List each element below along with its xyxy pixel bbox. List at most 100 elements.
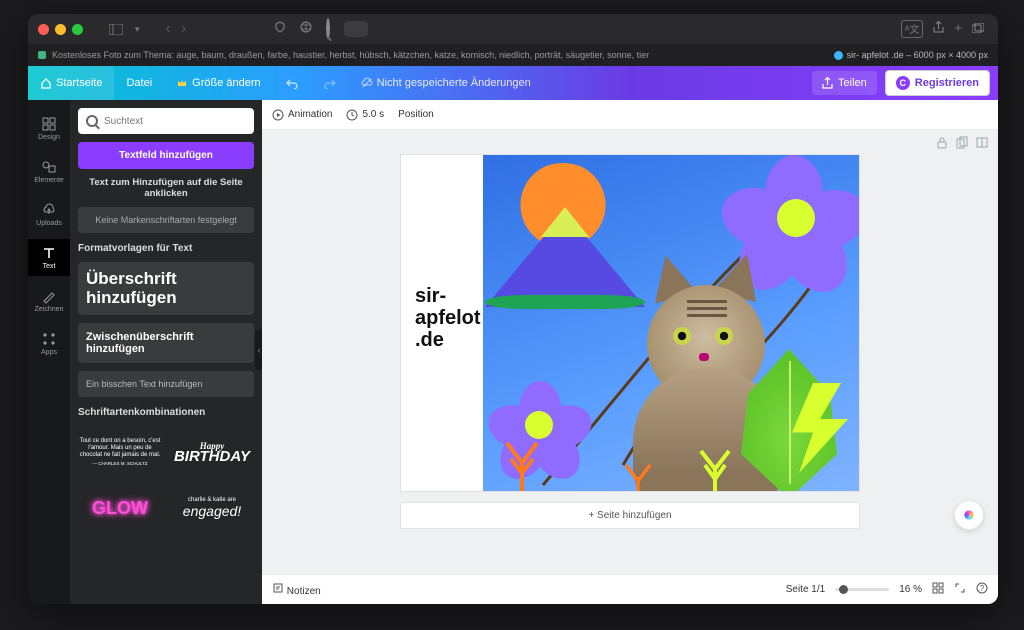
rail-label: Design <box>38 134 60 141</box>
templates-heading: Formatvorlagen für Text <box>78 243 254 254</box>
browser-tabbar: Kostenloses Foto zum Thema: auge, baum, … <box>28 44 998 66</box>
canvas-text-l3: .de <box>415 329 444 351</box>
resize-label: Größe ändern <box>192 77 260 89</box>
draw-icon <box>41 288 57 304</box>
notes-icon <box>272 582 284 594</box>
combos-heading: Schriftartenkombinationen <box>78 407 254 418</box>
register-button[interactable]: C Registrieren <box>885 70 990 96</box>
duplicate-page-icon[interactable] <box>956 136 968 152</box>
panel-collapse-handle[interactable]: ‹ <box>255 330 262 370</box>
search-input[interactable] <box>104 116 246 127</box>
zoom-slider[interactable] <box>835 588 889 591</box>
nav-arrows: ‹ › <box>166 20 187 38</box>
canvas-text-l1: sir- <box>415 285 446 307</box>
tree-graphic-1 <box>501 429 543 492</box>
grid-view-icon[interactable] <box>932 582 944 597</box>
help-icon[interactable]: ? <box>976 582 988 597</box>
rail-elements[interactable]: Elemente <box>28 153 70 190</box>
combo1-byline: — CHARLES M. SCHULTZ <box>93 461 148 466</box>
cloud-off-icon <box>361 77 373 89</box>
file-label: Datei <box>126 77 152 89</box>
avatar: C <box>896 76 910 90</box>
stage-toolbar: Animation 5.0 s Position <box>262 100 998 130</box>
click-to-add-hint: Text zum Hinzufügen auf die Seite anklic… <box>78 177 254 199</box>
fullscreen-icon[interactable] <box>954 582 966 597</box>
font-combo-1[interactable]: Tout ce dont on a besoin, c'est l'amour.… <box>78 428 162 476</box>
magic-fab[interactable] <box>954 500 984 530</box>
duration-button[interactable]: 5.0 s <box>346 109 384 121</box>
add-page-button[interactable]: + Seite hinzufügen <box>400 502 860 529</box>
font-combo-2[interactable]: Happy BIRTHDAY <box>170 428 254 476</box>
tabs-icon[interactable] <box>972 20 984 38</box>
font-combo-4[interactable]: charlie & katie are engaged! <box>170 484 254 532</box>
animation-icon <box>272 109 284 121</box>
unsaved-status: Nicht gespeicherte Änderungen <box>349 66 543 100</box>
share-button[interactable]: Teilen <box>812 71 877 95</box>
rail-text[interactable]: Text <box>28 239 70 276</box>
sparkle-icon <box>961 507 977 523</box>
minimize-window-button[interactable] <box>55 24 66 35</box>
favicon <box>38 51 46 59</box>
notes-button[interactable]: Notizen <box>272 582 321 597</box>
canvas-action-icons <box>936 136 988 152</box>
combo1-text: Tout ce dont on a besoin, c'est l'amour.… <box>78 438 162 460</box>
uploads-icon <box>41 202 57 218</box>
expand-icon[interactable] <box>976 136 988 152</box>
design-canvas[interactable]: sir- apfelot .de <box>400 154 860 492</box>
browser-tab[interactable]: Kostenloses Foto zum Thema: auge, baum, … <box>38 50 834 60</box>
left-rail: Design Elemente Uploads Text Zeichnen Ap… <box>28 100 70 604</box>
translate-icon[interactable]: ᴬ文 <box>901 20 924 38</box>
forward-button[interactable]: › <box>181 20 186 38</box>
zoom-value[interactable]: 16 % <box>899 584 922 595</box>
design-icon <box>41 116 57 132</box>
undo-button[interactable] <box>273 66 311 100</box>
template-body[interactable]: Ein bisschen Text hinzufügen <box>78 371 254 397</box>
rail-label: Text <box>43 263 56 270</box>
rail-label: Uploads <box>36 220 62 227</box>
search-input-wrap[interactable] <box>78 108 254 134</box>
template-subheading[interactable]: Zwischenüberschrift hinzufügen <box>78 323 254 363</box>
no-brand-fonts[interactable]: Keine Markenschriftarten festgelegt <box>78 207 254 233</box>
redo-button[interactable] <box>311 66 349 100</box>
privacy-icon[interactable] <box>300 20 312 38</box>
combo4-text: engaged! <box>183 503 241 519</box>
canvas-text[interactable]: sir- apfelot .de <box>415 285 481 351</box>
add-textbox-button[interactable]: Textfeld hinzufügen <box>78 142 254 169</box>
home-button[interactable]: Startseite <box>28 66 114 100</box>
content-area: Design Elemente Uploads Text Zeichnen Ap… <box>28 100 998 604</box>
font-combo-3[interactable]: GLOW <box>78 484 162 532</box>
close-window-button[interactable] <box>38 24 49 35</box>
apps-icon <box>41 331 57 347</box>
animation-button[interactable]: Animation <box>272 109 332 121</box>
position-button[interactable]: Position <box>398 109 434 120</box>
stage-area[interactable]: sir- apfelot .de + Seite hinzufügen <box>262 130 998 574</box>
stage-bottombar: Notizen Seite 1/1 16 % ? <box>262 574 998 604</box>
rail-uploads[interactable]: Uploads <box>28 196 70 233</box>
traffic-lights <box>38 24 83 35</box>
rail-apps[interactable]: Apps <box>28 325 70 362</box>
undo-icon <box>285 77 299 89</box>
new-tab-icon[interactable]: + <box>954 20 962 38</box>
share-icon[interactable] <box>933 20 944 38</box>
file-menu[interactable]: Datei <box>114 66 164 100</box>
tree-graphic-3 <box>695 437 735 492</box>
rail-label: Elemente <box>34 177 64 184</box>
url-bar[interactable] <box>344 21 368 37</box>
notes-label: Notizen <box>287 586 321 597</box>
rail-design[interactable]: Design <box>28 110 70 147</box>
search-icon[interactable] <box>326 20 330 38</box>
rail-draw[interactable]: Zeichnen <box>28 282 70 319</box>
register-label: Registrieren <box>915 77 979 89</box>
shield-icon[interactable] <box>274 20 286 38</box>
document-dimensions: sir- apfelot .de – 6000 px × 4000 px <box>847 50 988 60</box>
resize-button[interactable]: Größe ändern <box>164 66 272 100</box>
template-heading[interactable]: Überschrift hinzufügen <box>78 262 254 315</box>
sidebar-toggle-icon[interactable]: ▾ <box>109 24 140 35</box>
tab-meta[interactable]: sir- apfelot .de – 6000 px × 4000 px <box>834 50 988 60</box>
fullscreen-window-button[interactable] <box>72 24 83 35</box>
back-button[interactable]: ‹ <box>166 20 171 38</box>
page-indicator[interactable]: Seite 1/1 <box>786 584 825 595</box>
unsaved-label: Nicht gespeicherte Änderungen <box>377 77 531 89</box>
lock-icon[interactable] <box>936 136 948 152</box>
rail-label: Zeichnen <box>35 306 64 313</box>
